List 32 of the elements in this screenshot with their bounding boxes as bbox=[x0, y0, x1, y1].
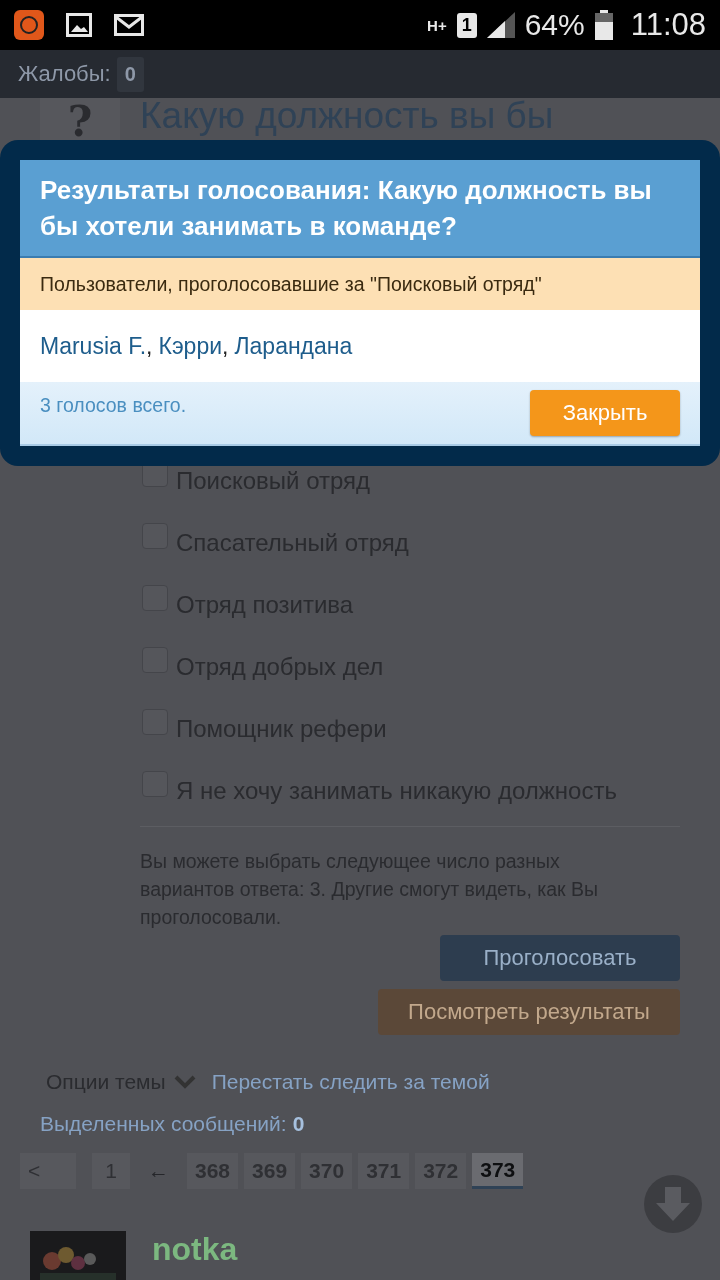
battery-icon bbox=[594, 10, 613, 40]
close-button[interactable]: Закрыть bbox=[530, 390, 680, 436]
voter-link[interactable]: Ларандана bbox=[234, 332, 353, 360]
jump-arrow[interactable]: ← bbox=[148, 1159, 169, 1183]
network-type: H+ bbox=[427, 17, 447, 33]
mail-icon bbox=[114, 14, 144, 36]
comma-separator: , bbox=[222, 332, 229, 360]
previous-page-button[interactable]: < bbox=[20, 1153, 76, 1189]
image-icon bbox=[66, 13, 92, 37]
scroll-down-icon[interactable] bbox=[644, 1175, 702, 1233]
app-logo-icon bbox=[14, 10, 44, 40]
voters-heading: Пользователи, проголосовавшие за "Поисковый отряд" bbox=[20, 258, 700, 310]
comma-separator: , bbox=[146, 332, 153, 360]
total-votes: 3 голосов всего. bbox=[40, 394, 187, 417]
clock: 11:08 bbox=[630, 7, 706, 43]
question-icon: ? bbox=[40, 98, 120, 140]
complaints-label: Жалобы: bbox=[18, 61, 111, 87]
vote-button[interactable]: Проголосовать bbox=[440, 935, 680, 981]
battery-percent: 64% bbox=[524, 8, 585, 42]
voter-link[interactable]: Кэрри bbox=[158, 332, 223, 360]
selected-posts-label: Выделенных сообщений: bbox=[40, 1112, 287, 1136]
voter-link[interactable]: Marusia F. bbox=[40, 332, 147, 360]
post-author[interactable]: notka bbox=[152, 1231, 238, 1268]
complaints-count[interactable]: 0 bbox=[116, 56, 144, 92]
signal-icon bbox=[486, 12, 515, 38]
view-results-button[interactable]: Посмотреть результаты bbox=[378, 989, 680, 1035]
chevron-down-icon[interactable] bbox=[173, 1075, 196, 1089]
dialog-title: Результаты голосования: Какую должность вы бы хотели занимать в команде? bbox=[20, 160, 700, 258]
unfollow-link[interactable]: Перестать следить за темой bbox=[211, 1070, 490, 1094]
selected-posts-count: 0 bbox=[292, 1112, 305, 1136]
sim-indicator: 1 bbox=[456, 12, 477, 38]
page-button[interactable]: 373 bbox=[472, 1153, 524, 1189]
